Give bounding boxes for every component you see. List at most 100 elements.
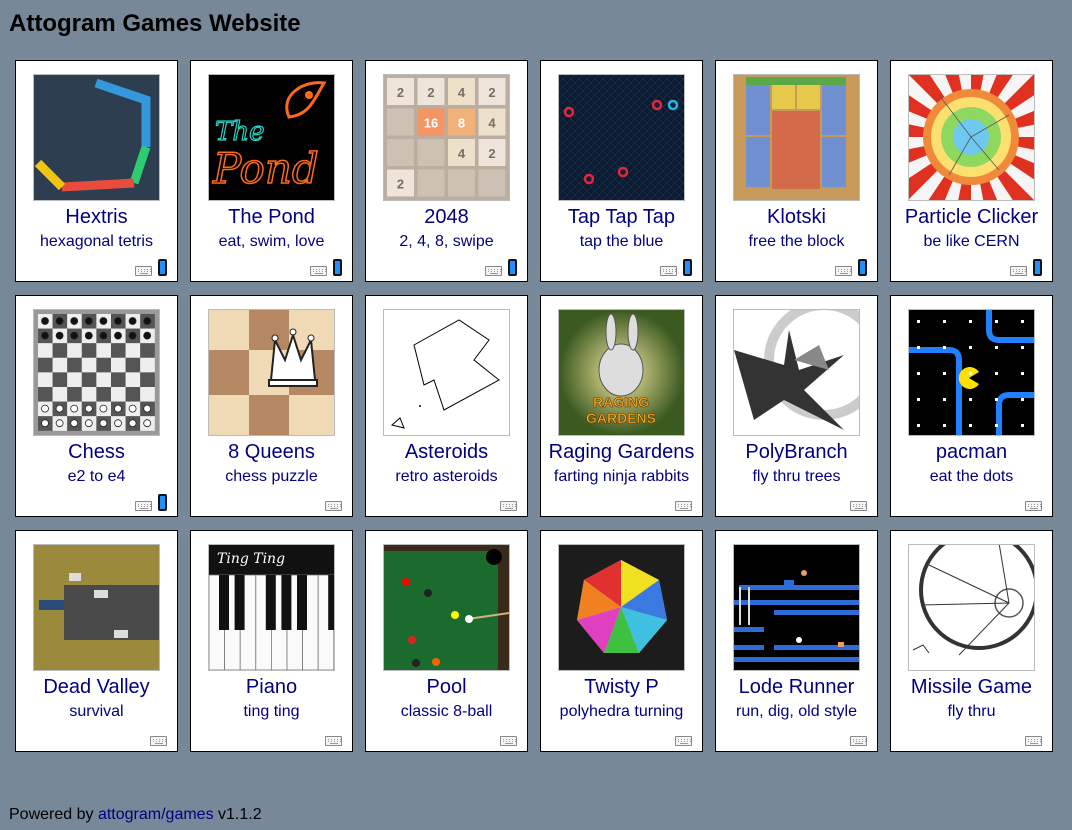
chess-thumbnail[interactable] [33, 309, 160, 436]
game-title[interactable]: Klotski [716, 206, 877, 229]
game-title[interactable]: The Pond [191, 206, 352, 229]
2048-thumbnail[interactable]: 2 2 4 2 16 8 4 4 2 2 [383, 74, 510, 201]
game-grid: Hextris hexagonal tetris The Pond The Pond ea… [15, 60, 1053, 752]
game-title[interactable]: Asteroids [366, 441, 527, 464]
game-subtitle: e2 to e4 [67, 468, 126, 485]
device-support [325, 501, 342, 511]
game-title[interactable]: Dead Valley [16, 676, 177, 699]
keyboard-icon [675, 736, 692, 746]
site-title: Attogram Games Website [9, 10, 301, 37]
attogram-games-link[interactable]: attogram/games [98, 806, 214, 823]
mobile-phone-icon [858, 259, 867, 276]
game-subtitle: polyhedra turning [559, 703, 684, 720]
lode-runner-thumbnail[interactable] [733, 544, 860, 671]
keyboard-icon [1010, 266, 1027, 276]
game-card[interactable]: 8 Queens chess puzzle [190, 295, 353, 517]
game-title[interactable]: Hextris [16, 206, 177, 229]
game-title[interactable]: PolyBranch [716, 441, 877, 464]
game-card[interactable]: Hextris hexagonal tetris [15, 60, 178, 282]
game-card[interactable]: Klotski free the block [715, 60, 878, 282]
piano-thumb-text: Ting Ting [217, 551, 285, 567]
footer-version: v1.1.2 [218, 806, 262, 823]
game-title[interactable]: 2048 [366, 206, 527, 229]
game-card[interactable]: Chess e2 to e4 [15, 295, 178, 517]
game-title[interactable]: Tap Tap Tap [541, 206, 702, 229]
keyboard-icon [1025, 736, 1042, 746]
game-subtitle: retro asteroids [395, 468, 498, 485]
hextris-thumbnail[interactable] [33, 74, 160, 201]
game-subtitle: 2, 4, 8, swipe [399, 233, 494, 250]
game-subtitle: chess puzzle [225, 468, 318, 485]
game-card[interactable]: Lode Runner run, dig, old style [715, 530, 878, 752]
game-card[interactable]: Asteroids retro asteroids [365, 295, 528, 517]
game-title[interactable]: Particle Clicker [891, 206, 1052, 229]
keyboard-icon [500, 501, 517, 511]
game-card[interactable]: pacman eat the dots [890, 295, 1053, 517]
device-support [850, 736, 867, 746]
mobile-phone-icon [158, 494, 167, 511]
game-card[interactable]: Pool classic 8-ball [365, 530, 528, 752]
game-title[interactable]: Lode Runner [716, 676, 877, 699]
svg-text:GARDENS: GARDENS [586, 410, 656, 426]
8queens-thumbnail[interactable] [208, 309, 335, 436]
missile-game-thumbnail[interactable] [908, 544, 1035, 671]
game-card[interactable]: The Pond The Pond eat, swim, love [190, 60, 353, 282]
twisty-polyhedra-thumbnail[interactable] [558, 544, 685, 671]
keyboard-icon [1025, 501, 1042, 511]
mobile-phone-icon [1033, 259, 1042, 276]
game-card[interactable]: 2 2 4 2 16 8 4 4 2 2 2048 2, 4, 8, swipe [365, 60, 528, 282]
game-card[interactable]: Missile Game fly thru [890, 530, 1053, 752]
keyboard-icon [325, 501, 342, 511]
klotski-thumbnail[interactable] [733, 74, 860, 201]
keyboard-icon [135, 266, 152, 276]
keyboard-icon [325, 736, 342, 746]
game-card[interactable]: Twisty P polyhedra turning [540, 530, 703, 752]
game-subtitle: survival [69, 703, 124, 720]
asteroids-thumbnail[interactable] [383, 309, 510, 436]
keyboard-icon [850, 501, 867, 511]
svg-text:16: 16 [424, 116, 438, 131]
game-title[interactable]: Pool [366, 676, 527, 699]
game-title[interactable]: pacman [891, 441, 1052, 464]
svg-text:Pond: Pond [212, 144, 319, 193]
device-support [835, 259, 867, 276]
pond-thumb-text: The [215, 117, 264, 147]
game-title[interactable]: Missile Game [891, 676, 1052, 699]
pond-thumbnail[interactable]: The Pond [208, 74, 335, 201]
game-card[interactable]: Ting Ting Piano ting ting [190, 530, 353, 752]
mobile-phone-icon [333, 259, 342, 276]
game-card[interactable]: Particle Clicker be like CERN [890, 60, 1053, 282]
device-support [135, 259, 167, 276]
particle-clicker-thumbnail[interactable] [908, 74, 1035, 201]
keyboard-icon [135, 501, 152, 511]
game-title[interactable]: Raging Gardens [541, 441, 702, 464]
game-title[interactable]: Piano [191, 676, 352, 699]
game-card[interactable]: Dead Valley survival [15, 530, 178, 752]
game-title[interactable]: 8 Queens [191, 441, 352, 464]
device-support [1025, 501, 1042, 511]
pool-thumbnail[interactable] [383, 544, 510, 671]
keyboard-icon [485, 266, 502, 276]
game-card[interactable]: PolyBranch fly thru trees [715, 295, 878, 517]
pacman-thumbnail[interactable] [908, 309, 1035, 436]
device-support [485, 259, 517, 276]
raging-gardens-thumb-text: RAGING [593, 394, 649, 410]
game-subtitle: hexagonal tetris [40, 233, 153, 250]
svg-text:2: 2 [427, 85, 434, 100]
raging-gardens-thumbnail[interactable]: RAGING GARDENS [558, 309, 685, 436]
game-title[interactable]: Chess [16, 441, 177, 464]
game-card[interactable]: RAGING GARDENS Raging Gardens farting ninja… [540, 295, 703, 517]
taptaptap-thumbnail[interactable] [558, 74, 685, 201]
footer-prefix: Powered by [9, 806, 94, 823]
device-support [135, 494, 167, 511]
game-card[interactable]: Tap Tap Tap tap the blue [540, 60, 703, 282]
mobile-phone-icon [508, 259, 517, 276]
game-subtitle: fly thru [947, 703, 996, 720]
game-subtitle: classic 8-ball [400, 703, 493, 720]
dead-valley-thumbnail[interactable] [33, 544, 160, 671]
piano-thumbnail[interactable]: Ting Ting [208, 544, 335, 671]
polybranch-thumbnail[interactable] [733, 309, 860, 436]
keyboard-icon [310, 266, 327, 276]
game-title[interactable]: Twisty P [541, 676, 702, 699]
device-support [500, 501, 517, 511]
